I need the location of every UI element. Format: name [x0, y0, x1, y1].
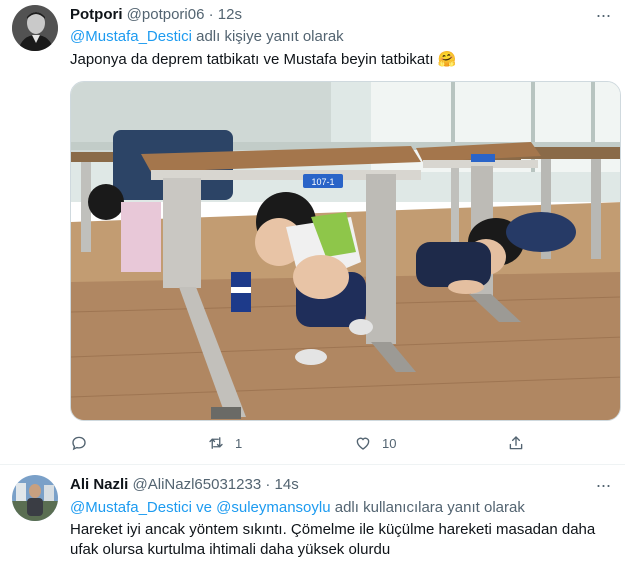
more-icon[interactable]: ···	[593, 5, 613, 25]
mention-link[interactable]: @suleymansoylu	[216, 499, 330, 516]
tweet-text: Hareket iyi ancak yöntem sıkıntı. Çömelm…	[70, 520, 615, 560]
like-button[interactable]: 10	[354, 432, 396, 454]
tweet-header: Potpori @potpori06 · 12s	[70, 5, 242, 25]
tweet-ali-nazli[interactable]: Ali Nazli @AliNazl65031233 · 14s ··· @Mu…	[0, 465, 625, 569]
separator-dot: ·	[265, 476, 271, 493]
tweet-text-line: ufak olursa kurtulma ihtimali daha yükse…	[70, 541, 391, 558]
reply-conjunction: ve	[191, 499, 217, 516]
tweet-actions: 1 10	[70, 432, 540, 454]
share-button[interactable]	[507, 432, 525, 454]
separator-dot: ·	[208, 6, 214, 23]
avatar[interactable]	[12, 5, 58, 51]
avatar[interactable]	[12, 475, 58, 521]
like-count: 10	[382, 435, 397, 451]
tweet-text-body: Japonya da deprem tatbikatı ve Mustafa b…	[70, 51, 434, 68]
user-handle[interactable]: @AliNazl65031233	[133, 476, 262, 493]
display-name[interactable]: Ali Nazli	[70, 476, 128, 493]
mention-link[interactable]: @Mustafa_Destici	[70, 28, 192, 45]
reply-context: @Mustafa_Destici adlı kişiye yanıt olara…	[70, 27, 344, 47]
reply-button[interactable]	[70, 432, 88, 454]
tweet-text: Japonya da deprem tatbikatı ve Mustafa b…	[70, 50, 615, 70]
reply-icon	[72, 436, 86, 451]
tweet-time[interactable]: 12s	[218, 6, 242, 23]
reply-context-label: adlı kişiye yanıt olarak	[191, 28, 344, 45]
retweet-button[interactable]: 1	[207, 432, 242, 454]
tweet-photo[interactable]: 107-1	[70, 81, 621, 421]
more-icon[interactable]: ···	[593, 475, 613, 495]
display-name[interactable]: Potpori	[70, 6, 123, 23]
mention-link[interactable]: @Mustafa_Destici	[70, 499, 192, 516]
tweet-header: Ali Nazli @AliNazl65031233 · 14s	[70, 475, 299, 495]
hugging-face-emoji: 🤗	[437, 51, 457, 68]
desk-name-tag: 107-1	[311, 177, 334, 187]
retweet-count: 1	[235, 435, 243, 451]
tweet-text-line: Hareket iyi ancak yöntem sıkıntı. Çömelm…	[70, 521, 596, 538]
tweet-time[interactable]: 14s	[275, 476, 299, 493]
reply-context-label: adlı kullanıcılara yanıt olarak	[330, 499, 525, 516]
retweet-icon	[209, 437, 223, 449]
tweet-potpori[interactable]: Potpori @potpori06 · 12s ··· @Mustafa_De…	[0, 0, 625, 464]
share-icon	[509, 436, 523, 450]
reply-context: @Mustafa_Destici ve @suleymansoylu adlı …	[70, 498, 525, 518]
user-handle[interactable]: @potpori06	[127, 6, 205, 23]
heart-icon	[356, 437, 370, 450]
